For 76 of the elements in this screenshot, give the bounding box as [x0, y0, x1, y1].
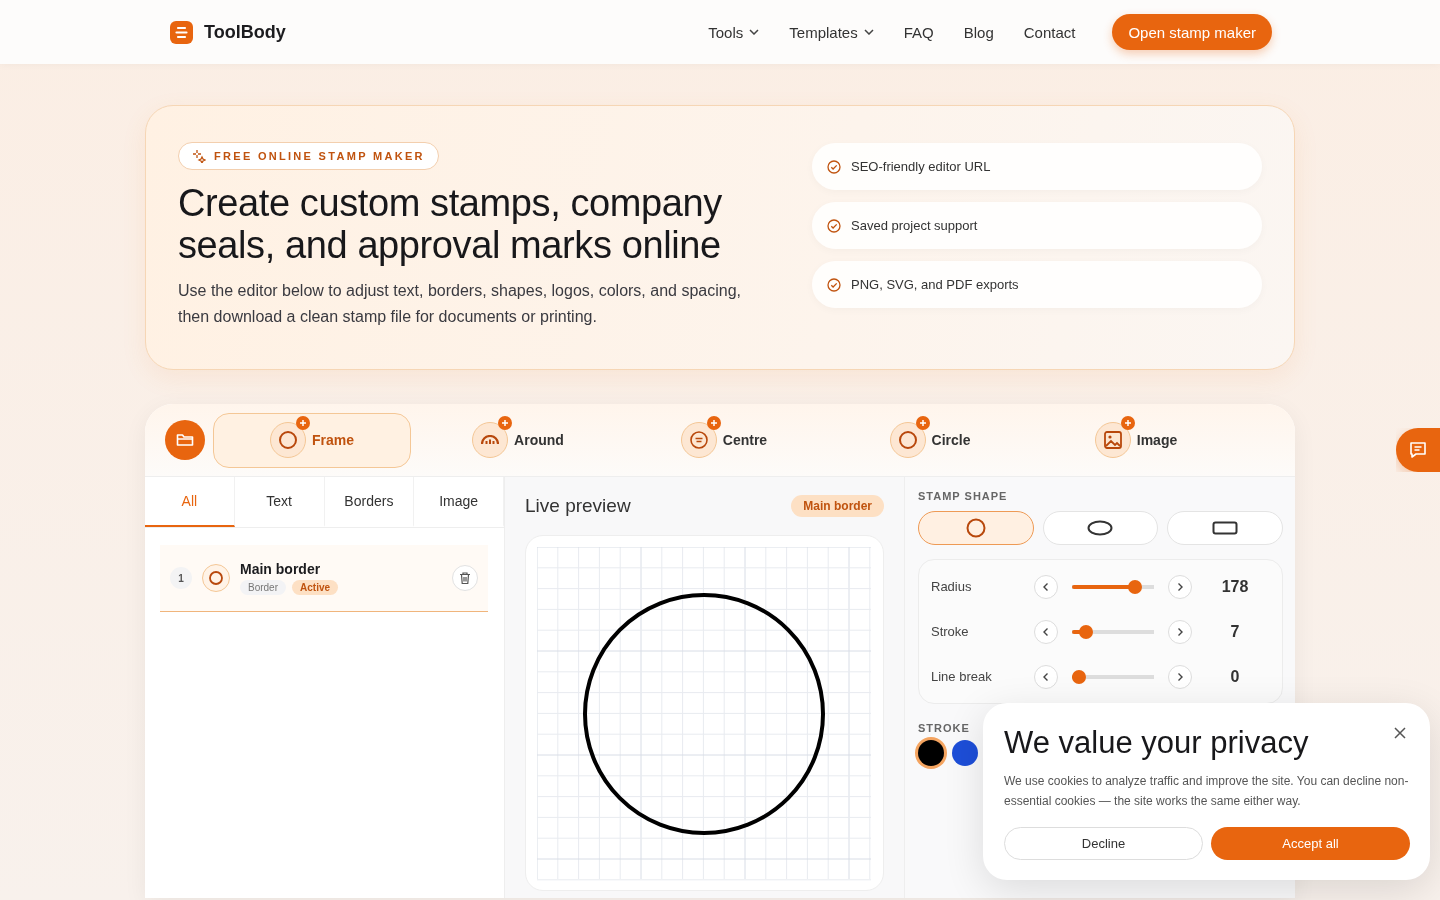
feature-text: SEO-friendly editor URL: [851, 159, 991, 174]
brand-name[interactable]: ToolBody: [204, 21, 286, 43]
decrease-button[interactable]: [1034, 619, 1058, 644]
chevron-left-icon: [1042, 671, 1050, 682]
arc-icon: [481, 435, 500, 445]
plus-badge-icon: [915, 416, 930, 430]
ring-icon: [208, 570, 224, 586]
rectangle-shape-icon: [1212, 520, 1239, 536]
nav-link[interactable]: Blog: [963, 23, 994, 41]
hero-badge: FREE ONLINE STAMP MAKER: [178, 142, 439, 170]
check-badge-icon: [827, 218, 841, 233]
ellipse-shape-icon: [1087, 520, 1114, 536]
chevron-right-icon: [1176, 626, 1184, 637]
plus-badge-icon: [498, 416, 513, 430]
decrease-button[interactable]: [1034, 574, 1058, 599]
layer-name: Main border: [240, 561, 322, 577]
tool-tab[interactable]: Circle: [831, 412, 1029, 468]
open-project-button[interactable]: [165, 420, 205, 460]
tool-tab[interactable]: Image: [1037, 412, 1235, 468]
preview-title: Live preview: [525, 495, 631, 517]
sparkle-icon: [192, 149, 206, 163]
nav-link[interactable]: Templates: [789, 23, 874, 41]
check-badge-icon: [827, 277, 841, 292]
selected-layer-badge: Main border: [791, 495, 884, 517]
plus-badge-icon: [706, 416, 721, 430]
slider-label: Radius: [931, 579, 973, 594]
folder-icon: [176, 432, 194, 448]
color-swatch[interactable]: [952, 740, 978, 766]
logo-icon: [170, 20, 193, 44]
chevron-left-icon: [1042, 581, 1050, 592]
layer-type-tag: Border: [240, 580, 286, 595]
nav-link[interactable]: FAQ: [903, 23, 934, 41]
slider-thumb[interactable]: [1078, 624, 1093, 639]
decrease-button[interactable]: [1034, 664, 1058, 689]
decline-button[interactable]: Decline: [1004, 827, 1203, 860]
layer-status-tag: Active: [292, 580, 339, 595]
trash-icon: [458, 571, 472, 585]
tool-tab[interactable]: Around: [419, 412, 617, 468]
increase-button[interactable]: [1168, 619, 1192, 644]
slider-value: 7: [1229, 622, 1241, 641]
nav-link[interactable]: Tools: [708, 23, 760, 41]
chevron-right-icon: [1176, 671, 1184, 682]
chat-icon: [1408, 440, 1428, 460]
shape-option[interactable]: [918, 511, 1034, 545]
nav-link[interactable]: Contact: [1023, 23, 1076, 41]
slider-label: Stroke: [931, 624, 970, 639]
check-badge-icon: [827, 159, 841, 174]
chevron-left-icon: [1042, 626, 1050, 637]
slider-thumb[interactable]: [1072, 669, 1086, 684]
tool-tab[interactable]: Frame: [213, 412, 411, 468]
hero-title: Create custom stamps, company seals, and approval marks online: [178, 182, 723, 266]
ring-icon: [276, 428, 300, 452]
increase-button[interactable]: [1168, 664, 1192, 689]
layer-item[interactable]: 1 Main border Border Active: [160, 545, 488, 612]
feature-text: PNG, SVG, and PDF exports: [851, 277, 1019, 292]
close-icon: [1394, 727, 1406, 739]
cookie-text: We use cookies to analyze traffic and improve the site. You can decline non-essential cookies — the site works the same either way.: [1004, 773, 1410, 810]
circle-shape-icon: [965, 518, 986, 538]
cookie-title: We value your privacy: [1004, 725, 1309, 761]
section-label: STAMP SHAPE: [918, 490, 1009, 502]
increase-button[interactable]: [1168, 574, 1192, 599]
delete-button[interactable]: [452, 565, 478, 591]
color-swatch[interactable]: [918, 740, 944, 766]
section-label: STROKE: [918, 722, 971, 734]
plus-badge-icon: [1120, 416, 1135, 430]
feature-text: Saved project support: [851, 218, 978, 233]
slider-value: 0: [1229, 667, 1241, 686]
chevron-right-icon: [1176, 581, 1184, 592]
tool-tab[interactable]: Centre: [625, 412, 823, 468]
feedback-button[interactable]: [1396, 428, 1440, 472]
layer-number: 1: [170, 567, 192, 589]
hero-description: Use the editor below to adjust text, borders, shapes, logos, colors, and spacing, then download a clean stamp file for documents or printing.: [178, 281, 742, 327]
slider-value: 178: [1220, 577, 1250, 596]
plus-badge-icon: [296, 416, 310, 430]
slider-label: Line break: [931, 669, 993, 684]
slider-thumb[interactable]: [1127, 579, 1142, 594]
